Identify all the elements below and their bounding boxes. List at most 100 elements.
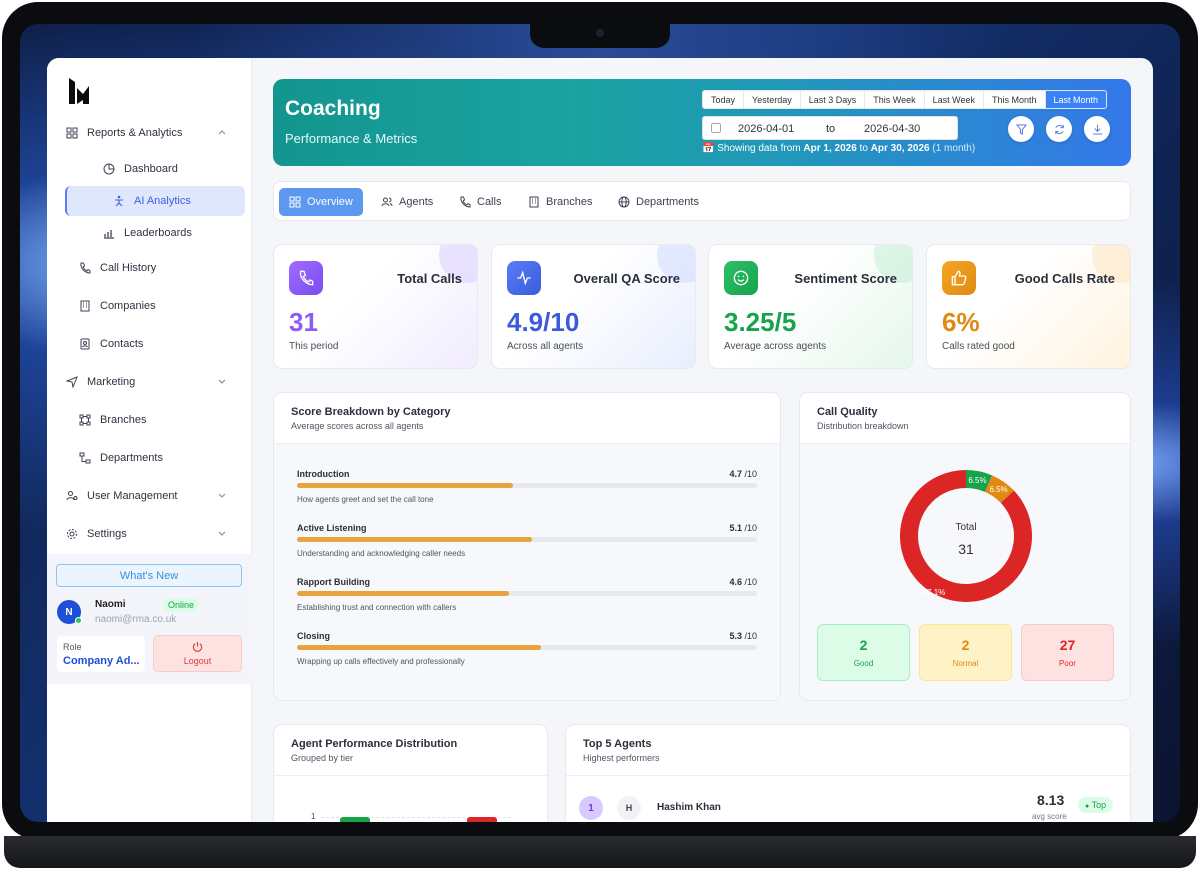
tab-departments[interactable]: Departments [608,188,709,216]
category-row: Rapport Building 4.6 /10 Establishing trus… [297,577,757,625]
progress-track [297,591,757,596]
stat-subtitle: Calls rated good [942,341,1015,352]
user-cog-icon [65,489,79,503]
chevron-down-icon [218,493,226,498]
thumbs-up-icon [942,261,976,295]
range-tab-last-3-days[interactable]: Last 3 Days [801,91,866,108]
sidebar-item-label: User Management [87,490,178,502]
tab-calls[interactable]: Calls [449,188,511,216]
user-email: naomi@rma.co.uk [95,614,177,625]
category-score: 4.6 /10 [729,577,757,587]
score-breakdown-panel: Score Breakdown by Category Average scor… [273,392,781,701]
avatar: H [617,796,641,820]
date-to-field[interactable]: 2026-04-30 [864,123,920,135]
sidebar-item-call-history[interactable]: Call History [78,253,253,283]
page-subtitle: Performance & Metrics [285,131,418,146]
category-row: Active Listening 5.1 /10 Understanding and… [297,523,757,571]
user-name: Naomi [95,599,126,610]
category-row: Closing 5.3 /10 Wrapping up calls effectiv… [297,631,757,679]
download-button[interactable] [1084,116,1110,142]
app-window: Reports & Analytics Dashboard AI Analyti… [47,58,1153,822]
category-score: 5.3 /10 [729,631,757,641]
progress-fill [297,537,532,542]
range-tab-last-month[interactable]: Last Month [1045,91,1107,108]
stat-title: Overall QA Score [573,271,680,286]
filter-icon [1015,123,1027,135]
range-tab-this-month[interactable]: This Month [984,91,1046,108]
top-agents-panel: Top 5 Agents Highest performers 1 H Hash… [565,724,1131,822]
chevron-down-icon [218,379,226,384]
score-unit: /10 [744,577,757,587]
score-label: avg score [1032,812,1067,821]
tab-branches[interactable]: Branches [518,188,602,216]
whats-new-button[interactable]: What's New [56,564,242,587]
category-description: How agents greet and set the call tone [297,495,434,504]
sidebar: Reports & Analytics Dashboard AI Analyti… [47,58,252,822]
quality-count: 27 [1059,637,1076,653]
sidebar-item-user-management[interactable]: User Management [65,481,240,511]
sidebar-item-contacts[interactable]: Contacts [78,329,253,359]
sidebar-item-reports-analytics[interactable]: Reports & Analytics [65,118,240,148]
sidebar-item-departments[interactable]: Departments [78,443,253,473]
quality-box-normal: 2 Normal [919,624,1012,681]
progress-fill [297,591,509,596]
rank-badge: 1 [579,796,603,820]
sidebar-item-label: Call History [100,262,157,274]
quality-label: Normal [952,659,979,668]
sidebar-item-ai-analytics[interactable]: AI Analytics [65,186,245,216]
activity-icon [507,261,541,295]
logout-button[interactable]: Logout [153,635,242,672]
range-tab-last-week[interactable]: Last Week [925,91,984,108]
date-from-field[interactable]: 2026-04-01 [738,123,794,135]
category-score: 4.7 /10 [729,469,757,479]
refresh-button[interactable] [1046,116,1072,142]
building-icon [78,299,92,313]
sidebar-item-label: Marketing [87,376,136,388]
laptop-base [4,836,1196,868]
sidebar-item-companies[interactable]: Companies [78,291,253,321]
sidebar-item-label: Companies [100,300,156,312]
power-icon [192,641,203,652]
axis-tick: 1 [311,812,316,821]
users-icon [381,196,393,208]
contact-card-icon [78,337,92,351]
phone-icon [459,196,471,208]
progress-track [297,537,757,542]
donut-chart: 6.5%6.5% 87.1% Total 31 [900,470,1032,602]
tab-overview[interactable]: Overview [279,188,363,216]
progress-fill [297,645,541,650]
smile-icon [724,261,758,295]
date-range-info: 📅 Showing data from Apr 1, 2026 to Apr 3… [702,143,975,154]
list-item[interactable]: 1 H Hashim Khan 8.13 avg score ● Top [566,776,1130,822]
range-tab-this-week[interactable]: This Week [865,91,925,108]
score-value: 4.7 [729,469,742,479]
role-label: Role [63,642,82,652]
sidebar-item-leaderboards[interactable]: Leaderboards [102,218,242,248]
brand-logo[interactable] [69,78,93,104]
sidebar-item-marketing[interactable]: Marketing [65,367,240,397]
range-tab-today[interactable]: Today [703,91,745,108]
range-tab-yesterday[interactable]: Yesterday [744,91,801,108]
badge-label: Top [1091,800,1107,810]
sidebar-item-branches[interactable]: Branches [78,405,253,435]
sidebar-item-label: Departments [100,452,163,464]
filter-button[interactable] [1008,116,1034,142]
tab-agents[interactable]: Agents [371,188,443,216]
tab-label: Overview [307,196,353,208]
panel-subtitle: Highest performers [583,753,660,763]
date-range-picker[interactable]: 2026-04-01 to 2026-04-30 [702,116,958,140]
info-to: Apr 30, 2026 [870,143,930,154]
stat-card-total-calls: Total Calls 31 This period [273,244,478,369]
stat-card-qa-score: Overall QA Score 4.9/10 Across all agent… [491,244,696,369]
top-badge: ● Top [1078,797,1114,813]
stat-title: Total Calls [397,271,462,286]
panel-header: Agent Performance Distribution Grouped b… [274,725,547,776]
sidebar-item-settings[interactable]: Settings [65,519,240,549]
stat-card-sentiment: Sentiment Score 3.25/5 Average across ag… [708,244,913,369]
page-title: Coaching [285,97,381,120]
sidebar-item-label: Reports & Analytics [87,127,183,139]
info-from: Apr 1, 2026 [803,143,857,154]
category-name: Introduction [297,469,350,479]
score-value: 4.6 [729,577,742,587]
sidebar-item-dashboard[interactable]: Dashboard [102,154,242,184]
